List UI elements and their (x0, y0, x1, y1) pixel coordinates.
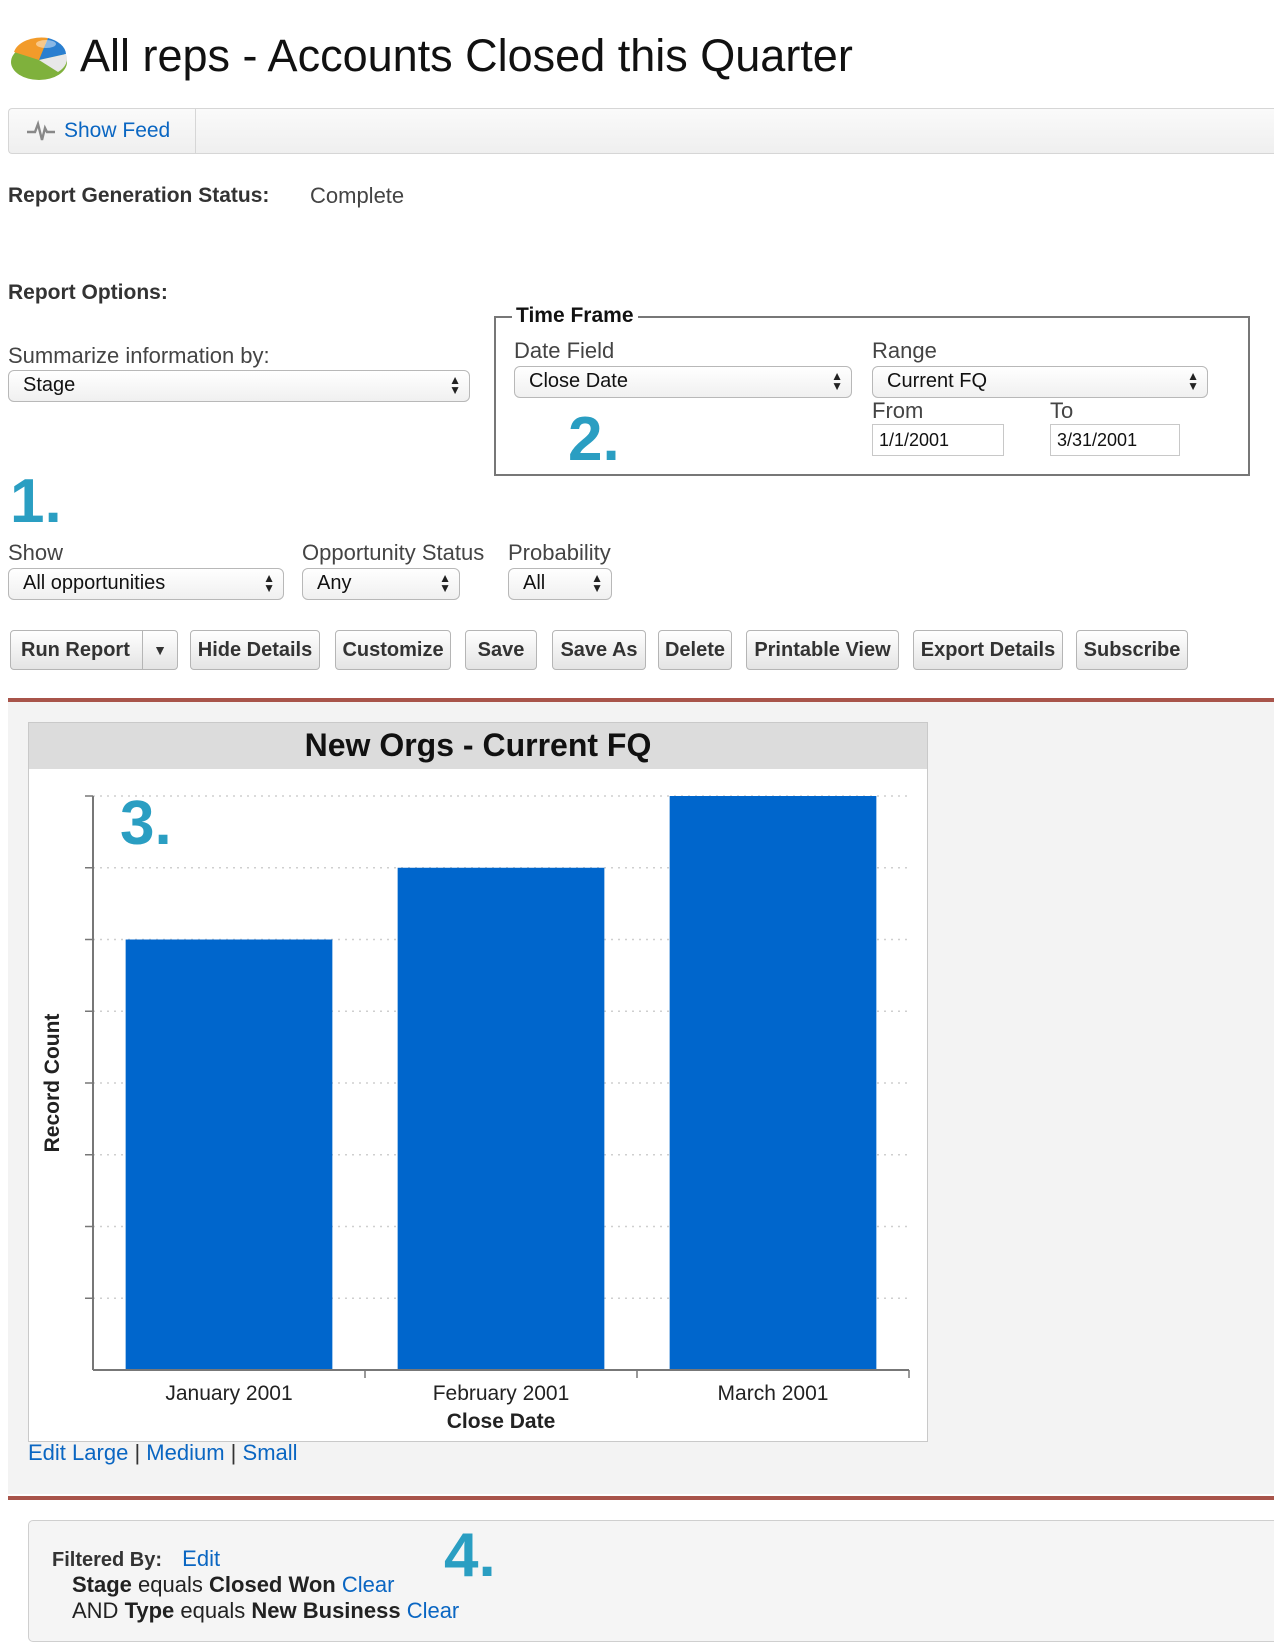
annotation-3: 3. (120, 789, 172, 858)
annotation-4: 4. (444, 1521, 496, 1590)
filter-edit-link[interactable]: Edit (182, 1546, 220, 1571)
range-select-value: Current FQ (887, 370, 988, 392)
filter-value: Closed Won (209, 1572, 336, 1597)
from-date-input[interactable]: 1/1/2001 (872, 424, 1004, 456)
export-details-button[interactable]: Export Details (913, 630, 1063, 670)
run-report-label: Run Report (21, 638, 130, 661)
x-tick-label: February 2001 (433, 1382, 570, 1405)
status-value: Complete (310, 183, 405, 208)
opportunity-status-select-value: Any (317, 572, 352, 594)
summarize-select[interactable]: Stage ▲ ▼ (8, 370, 470, 402)
opportunity-status-label: Opportunity Status (302, 540, 485, 565)
delete-button[interactable]: Delete (658, 630, 732, 670)
chart-title: New Orgs - Current FQ (304, 727, 652, 763)
filter-row-type: AND Type equals New Business Clear (72, 1598, 459, 1624)
probability-select[interactable]: All ▲ ▼ (508, 568, 612, 600)
y-axis-label: Record Count (41, 1014, 64, 1153)
section-divider (8, 1496, 1274, 1500)
filtered-by-row: Filtered By: Edit (52, 1546, 220, 1572)
page-title: All reps - Accounts Closed this Quarter (80, 30, 853, 81)
run-report-dropdown-icon[interactable]: ▼ (143, 631, 177, 669)
select-arrows-icon: ▲ ▼ (439, 571, 451, 595)
chart-small-link[interactable]: Small (243, 1440, 298, 1465)
feed-toolbar (8, 108, 1274, 154)
bar (669, 796, 877, 1370)
filter-row-stage: Stage equals Closed Won Clear (72, 1572, 394, 1598)
feed-pulse-icon (27, 119, 55, 141)
hide-details-button[interactable]: Hide Details (190, 630, 320, 670)
select-arrows-icon: ▲ ▼ (449, 373, 461, 397)
chart-size-links: Edit Large | Medium | Small (28, 1440, 298, 1466)
annotation-2: 2. (568, 405, 620, 474)
bar (397, 867, 605, 1370)
printable-view-button[interactable]: Printable View (746, 630, 899, 670)
filter-field: Stage (72, 1572, 132, 1597)
chart-medium-link[interactable]: Medium (146, 1440, 224, 1465)
report-options-heading: Report Options: (8, 281, 168, 304)
annotation-1: 1. (10, 467, 62, 536)
to-label: To (1050, 398, 1074, 423)
range-select[interactable]: Current FQ ▲ ▼ (872, 366, 1208, 398)
probability-label: Probability (508, 540, 611, 565)
date-field-label: Date Field (514, 338, 615, 363)
date-field-select-value: Close Date (529, 370, 628, 392)
chart-large-link[interactable]: Large (72, 1440, 128, 1465)
summarize-label: Summarize information by: (8, 343, 270, 368)
filter-operator: equals (180, 1598, 246, 1623)
select-arrows-icon: ▲ ▼ (263, 571, 275, 595)
filter-clear-link[interactable]: Clear (407, 1598, 460, 1623)
to-date-input[interactable]: 3/31/2001 (1050, 424, 1180, 456)
show-feed-label: Show Feed (64, 119, 171, 142)
x-axis-label: Close Date (447, 1410, 556, 1433)
chart-edit-link[interactable]: Edit (28, 1440, 66, 1465)
summarize-select-value: Stage (23, 374, 76, 396)
date-field-select[interactable]: Close Date ▲ ▼ (514, 366, 852, 398)
select-arrows-icon: ▲ ▼ (831, 369, 843, 393)
show-feed-button[interactable]: Show Feed (8, 108, 196, 154)
report-logo-icon (11, 37, 68, 80)
filter-operator: equals (138, 1572, 203, 1597)
time-frame-legend: Time Frame (512, 304, 638, 328)
range-label: Range (872, 338, 937, 363)
link-separator: | (230, 1440, 237, 1465)
filter-prefix: AND (72, 1598, 119, 1623)
select-arrows-icon: ▲ ▼ (1187, 369, 1199, 393)
filter-clear-link[interactable]: Clear (342, 1572, 395, 1597)
x-tick-label: January 2001 (165, 1382, 292, 1405)
show-select-value: All opportunities (23, 572, 166, 594)
filter-value: New Business (251, 1598, 401, 1623)
filter-field: Type (124, 1598, 175, 1623)
subscribe-button[interactable]: Subscribe (1076, 630, 1188, 670)
from-label: From (872, 398, 924, 423)
select-arrows-icon: ▲ ▼ (591, 571, 603, 595)
save-button[interactable]: Save (465, 630, 537, 670)
x-tick-label: March 2001 (718, 1382, 829, 1405)
filtered-by-label: Filtered By: (52, 1549, 163, 1571)
probability-select-value: All (523, 572, 546, 594)
bar (125, 939, 333, 1370)
opportunity-status-select[interactable]: Any ▲ ▼ (302, 568, 460, 600)
customize-button[interactable]: Customize (335, 630, 451, 670)
show-label: Show (8, 540, 64, 565)
status-label: Report Generation Status: (8, 184, 270, 207)
show-select[interactable]: All opportunities ▲ ▼ (8, 568, 284, 600)
link-separator: | (134, 1440, 141, 1465)
bar-chart: January 2001 February 2001 March 2001 Close… (41, 795, 910, 1433)
save-as-button[interactable]: Save As (552, 630, 646, 670)
